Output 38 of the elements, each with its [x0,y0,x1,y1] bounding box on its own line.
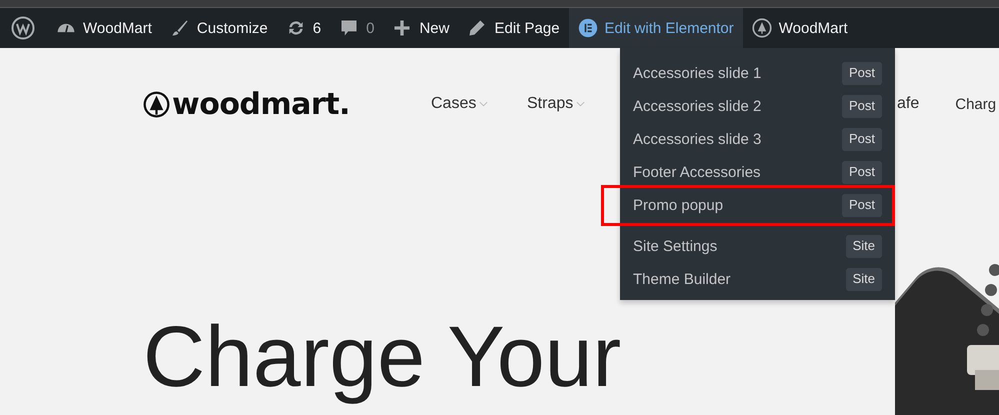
menu-item[interactable]: Theme Builder Site [620,263,895,296]
toolbar-item[interactable]: Edit with Elementor [568,8,743,48]
type-badge: Post [842,128,882,151]
nav-link[interactable]: Charg [955,96,996,112]
menu-item[interactable]: Accessories slide 2 Post [620,90,895,123]
nav-link[interactable]: afe [897,95,920,113]
menu-item[interactable]: Promo popup Post [620,189,895,222]
toolbar-item[interactable]: New [383,8,458,48]
comment-icon [339,18,360,38]
toolbar-item[interactable]: Edit Page [458,8,569,48]
pencil-icon [467,18,488,38]
nav-link[interactable]: Straps [527,95,589,113]
toolbar-item[interactable]: WoodMart [742,8,857,48]
nav-link[interactable]: Cases [431,95,491,113]
hero-heading: Charge Your [143,308,622,407]
type-badge: Post [842,194,882,217]
type-badge: Post [842,95,882,118]
type-badge: Site [846,235,882,258]
menu-item[interactable]: Accessories slide 3 Post [620,123,895,156]
wordpress-icon [11,16,35,40]
toolbar-item[interactable]: 0 [330,8,384,48]
tree-icon [143,90,170,118]
chevron-down-icon [576,101,586,107]
toolbar-item[interactable]: Customize [160,8,277,48]
plus-icon [392,18,412,38]
menu-item[interactable]: Site Settings Site [620,230,895,263]
brush-icon [170,18,190,38]
toolbar-item[interactable]: WoodMart [47,8,161,48]
toolbar-item[interactable]: 6 [276,8,330,48]
elementor-icon [578,18,598,38]
type-badge: Site [846,268,882,291]
type-badge: Post [842,161,882,184]
menu-item[interactable]: Footer Accessories Post [620,156,895,189]
logo[interactable]: woodmart. [143,86,368,122]
type-badge: Post [842,62,882,85]
tree-icon [752,18,772,38]
chevron-down-icon [479,101,488,107]
menu-item[interactable]: Accessories slide 1 Post [620,57,895,90]
